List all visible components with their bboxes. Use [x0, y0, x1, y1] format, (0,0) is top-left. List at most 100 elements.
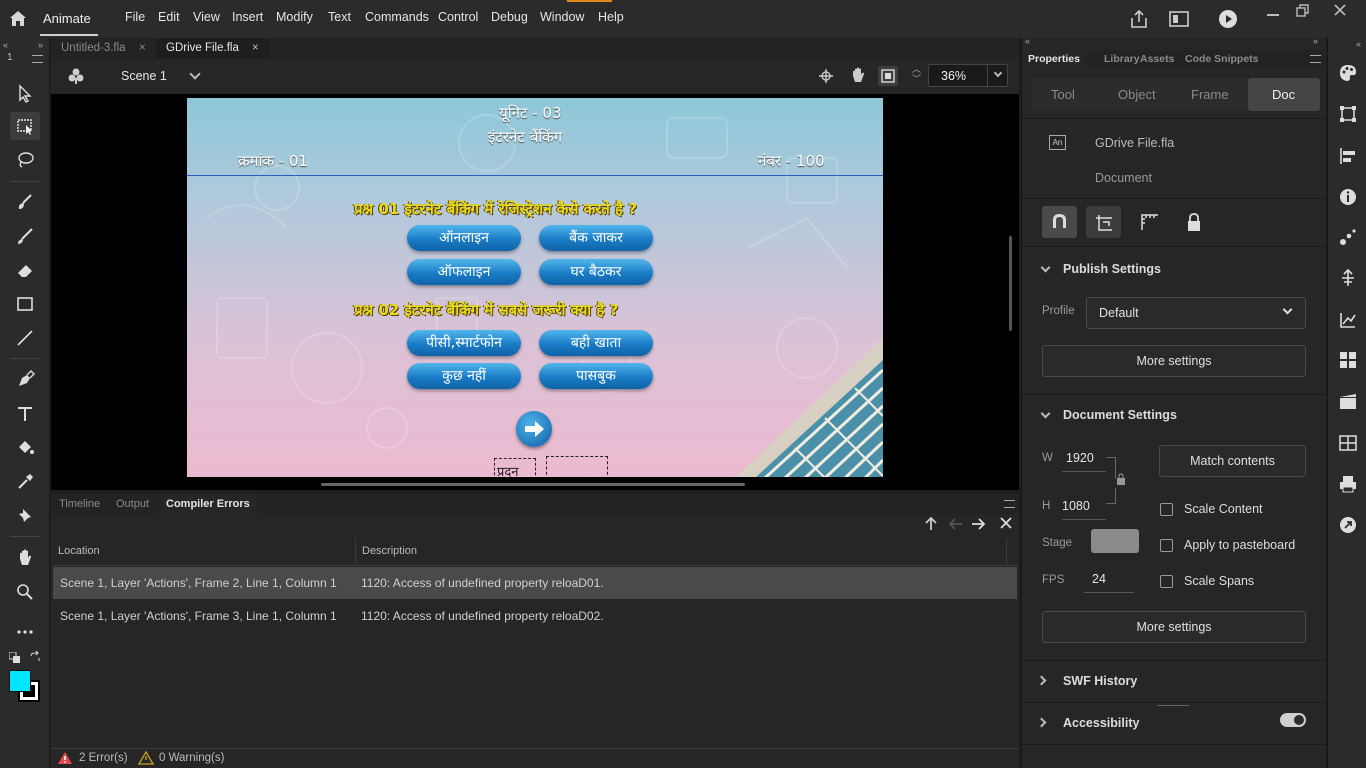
- q1-option-bank[interactable]: बैंक जाकर: [539, 225, 653, 251]
- collapse-chevron-icon[interactable]: [1040, 262, 1051, 273]
- guides-icon[interactable]: [1086, 206, 1121, 238]
- more-tools-icon[interactable]: [10, 618, 40, 646]
- text-tool-icon[interactable]: [10, 400, 40, 428]
- height-value[interactable]: 1080: [1062, 499, 1090, 513]
- text-field-placeholder[interactable]: प्रदन: [494, 458, 536, 477]
- close-tab-icon[interactable]: ×: [139, 38, 146, 59]
- components-icon[interactable]: [1338, 433, 1358, 453]
- fill-color-swatch[interactable]: [9, 670, 31, 692]
- next-error-icon[interactable]: [970, 516, 986, 535]
- paint-brush-tool-icon[interactable]: [10, 188, 40, 216]
- tab-compiler-errors[interactable]: Compiler Errors: [159, 494, 257, 514]
- subtab-tool[interactable]: Tool: [1051, 87, 1075, 102]
- q2-option-pc[interactable]: पीसी,स्मार्टफोन: [407, 330, 521, 356]
- minimize-icon[interactable]: [1267, 14, 1279, 16]
- menu-text[interactable]: Text: [328, 10, 351, 24]
- q2-option-passbook[interactable]: पासबुक: [539, 363, 653, 389]
- menu-help[interactable]: Help: [598, 10, 624, 24]
- menu-insert[interactable]: Insert: [232, 10, 263, 24]
- column-description[interactable]: Description: [362, 545, 417, 557]
- accessibility-toggle[interactable]: [1280, 713, 1306, 727]
- more-settings-button[interactable]: More settings: [1042, 345, 1306, 377]
- rotate-stage-icon[interactable]: [849, 66, 867, 87]
- hand-tool-icon[interactable]: [10, 544, 40, 572]
- menu-view[interactable]: View: [193, 10, 220, 24]
- pin-tool-icon[interactable]: [10, 502, 40, 530]
- printer-icon[interactable]: [1338, 474, 1358, 494]
- rulers-icon[interactable]: [1134, 206, 1166, 238]
- export-icon[interactable]: [1338, 515, 1358, 535]
- zoom-stepper-icon[interactable]: ︿ ﹀: [912, 64, 921, 84]
- q1-option-offline[interactable]: ऑफलाइन: [407, 259, 521, 285]
- props-collapse-icon[interactable]: «: [1025, 36, 1030, 46]
- rectangle-tool-icon[interactable]: [10, 290, 40, 318]
- align-icon[interactable]: [1338, 146, 1358, 166]
- q1-option-online[interactable]: ऑनलाइन: [407, 225, 521, 251]
- zoom-field[interactable]: 36%: [928, 64, 1008, 87]
- width-value[interactable]: 1920: [1066, 451, 1094, 465]
- publish-settings-title[interactable]: Publish Settings: [1063, 262, 1161, 276]
- stage-vertical-scrollbar[interactable]: [1009, 236, 1012, 331]
- menu-modify[interactable]: Modify: [276, 10, 313, 24]
- free-transform-tool-icon[interactable]: [10, 112, 40, 140]
- lasso-tool-icon[interactable]: [10, 146, 40, 174]
- magnet-icon[interactable]: [1042, 206, 1077, 238]
- expand-chevron-icon[interactable]: [1036, 717, 1047, 728]
- tab-library[interactable]: Library: [1104, 50, 1140, 68]
- fps-value[interactable]: 24: [1092, 572, 1106, 586]
- close-window-icon[interactable]: [1333, 3, 1347, 20]
- tab-code-snippets[interactable]: Code Snippets: [1185, 50, 1259, 68]
- menu-window[interactable]: Window: [540, 10, 584, 24]
- menu-file[interactable]: File: [125, 10, 145, 24]
- more-settings-button[interactable]: More settings: [1042, 611, 1306, 643]
- empty-text-field[interactable]: [546, 456, 608, 477]
- tab-timeline[interactable]: Timeline: [59, 494, 100, 514]
- scene-icon[interactable]: [1338, 391, 1358, 411]
- stage-color-swatch[interactable]: [1091, 529, 1139, 553]
- info-icon[interactable]: [1338, 187, 1358, 207]
- subtab-frame[interactable]: Frame: [1191, 87, 1229, 102]
- brush-tool-icon[interactable]: [10, 222, 40, 250]
- eyedropper-tool-icon[interactable]: [10, 468, 40, 496]
- workspace-icon[interactable]: [1168, 10, 1190, 31]
- tab-gdrive-file[interactable]: GDrive File.fla ×: [156, 38, 269, 59]
- apply-pasteboard-checkbox[interactable]: [1160, 539, 1173, 552]
- menu-commands[interactable]: Commands: [365, 10, 429, 24]
- motion-presets-icon[interactable]: [1338, 227, 1358, 247]
- error-row[interactable]: Scene 1, Layer 'Actions', Frame 3, Line …: [53, 600, 1017, 632]
- menu-control[interactable]: Control: [438, 10, 478, 24]
- home-icon[interactable]: [8, 9, 28, 29]
- column-location[interactable]: Location: [58, 545, 100, 557]
- q2-option-ledger[interactable]: बही खाता: [539, 330, 653, 356]
- expand-chevron-icon[interactable]: [1036, 675, 1047, 686]
- clear-errors-icon[interactable]: [999, 516, 1013, 533]
- swap-colors-icon[interactable]: [29, 650, 41, 666]
- motion-editor-icon[interactable]: [1338, 310, 1358, 330]
- menu-edit[interactable]: Edit: [158, 10, 180, 24]
- pen-tool-icon[interactable]: [10, 366, 40, 394]
- props-menu-icon[interactable]: [1310, 55, 1321, 63]
- scale-content-checkbox[interactable]: [1160, 503, 1173, 516]
- paint-bucket-tool-icon[interactable]: [10, 434, 40, 462]
- stage-horizontal-scrollbar[interactable]: [321, 483, 745, 486]
- transform-icon[interactable]: [1338, 104, 1358, 124]
- subtab-doc[interactable]: Doc: [1248, 78, 1320, 111]
- previous-error-icon[interactable]: [948, 516, 964, 535]
- clip-content-icon[interactable]: [878, 66, 898, 86]
- next-arrow-icon[interactable]: [516, 411, 552, 447]
- expand-icon[interactable]: »: [38, 40, 43, 50]
- default-colors-icon[interactable]: [8, 651, 21, 667]
- tab-properties[interactable]: Properties: [1022, 50, 1086, 68]
- props-expand-icon[interactable]: »: [1313, 36, 1318, 46]
- test-movie-icon[interactable]: [1218, 9, 1238, 32]
- menu-debug[interactable]: Debug: [491, 10, 528, 24]
- stage-canvas[interactable]: यूनिट - 03 इंटरनेट बैंकिंग क्रमांक - 01 …: [187, 98, 883, 477]
- panel-menu-icon[interactable]: [1004, 500, 1015, 508]
- zoom-dropdown-icon[interactable]: [993, 68, 1003, 78]
- scene-name[interactable]: Scene 1: [121, 69, 167, 83]
- restore-icon[interactable]: [1296, 4, 1310, 21]
- lock-icon[interactable]: [1178, 206, 1210, 238]
- scene-dropdown-icon[interactable]: [189, 68, 201, 80]
- edit-symbols-icon[interactable]: [67, 67, 85, 88]
- q2-option-nothing[interactable]: कुछ नहीं: [407, 363, 521, 389]
